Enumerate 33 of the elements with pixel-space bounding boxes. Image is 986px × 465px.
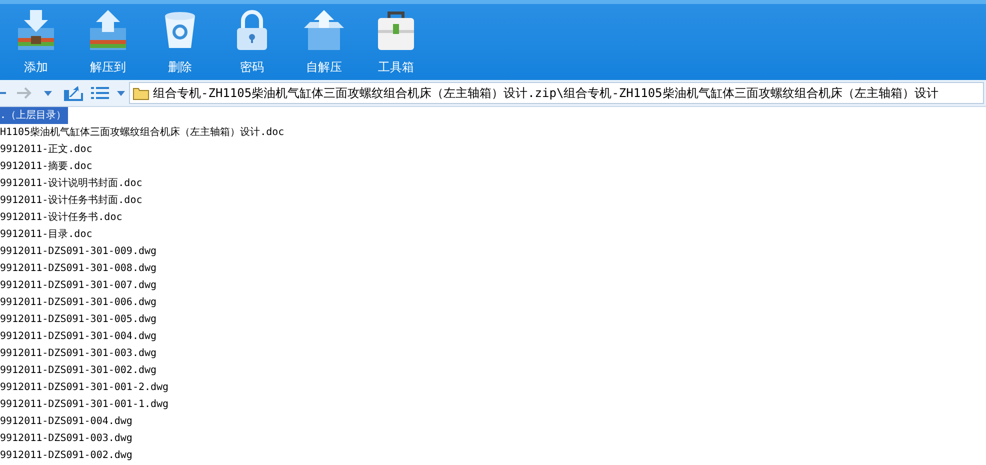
file-row[interactable]: 9912011-设计说明书封面.doc	[0, 175, 144, 192]
file-row[interactable]: 9912011-正文.doc	[0, 141, 94, 158]
toolbar-button[interactable]: 解压到	[72, 4, 144, 80]
file-row[interactable]: 9912011-DZS091-301-009.dwg	[0, 243, 159, 260]
folder-icon	[133, 86, 149, 100]
toolbar-button[interactable]: 自解压	[288, 4, 360, 80]
file-row[interactable]: 9912011-DZS091-301-001-1.dwg	[0, 396, 171, 413]
address-field[interactable]: 组合专机-ZH1105柴油机气缸体三面攻螺纹组合机床（左主轴箱）设计.zip\组合专机-ZH1105柴油机气缸体三面攻螺纹组合机床（左主轴箱）设计	[129, 82, 984, 104]
file-row[interactable]: 9912011-DZS091-301-007.dwg	[0, 277, 159, 294]
file-row[interactable]: 9912011-DZS091-301-003.dwg	[0, 345, 159, 362]
file-row[interactable]: 9912011-DZS091-301-006.dwg	[0, 294, 159, 311]
file-row[interactable]: .（上层目录）	[0, 107, 68, 124]
toolbar-button[interactable]: 删除	[144, 4, 216, 80]
view-list-icon[interactable]	[91, 87, 109, 99]
file-row[interactable]: 9912011-目录.doc	[0, 226, 94, 243]
file-row[interactable]: H1105柴油机气缸体三面攻螺纹组合机床（左主轴箱）设计.doc	[0, 124, 286, 141]
toolbar-button[interactable]: 密码	[216, 4, 288, 80]
file-row[interactable]: 9912011-DZS091-301-001-2.dwg	[0, 379, 171, 396]
file-row[interactable]: 9912011-DZS091-301-005.dwg	[0, 311, 159, 328]
file-row[interactable]: 9912011-设计任务书封面.doc	[0, 192, 144, 209]
file-row[interactable]: 9912011-DZS091-004.dwg	[0, 413, 134, 430]
toolbar-button[interactable]: 工具箱	[360, 4, 432, 80]
file-row[interactable]: 9912011-DZS091-002.dwg	[0, 447, 134, 464]
file-row[interactable]: 9912011-设计任务书.doc	[0, 209, 124, 226]
dropdown-caret-icon[interactable]	[117, 90, 125, 96]
dropdown-caret-icon[interactable]	[44, 90, 52, 96]
file-row[interactable]: 9912011-DZS091-301-008.dwg	[0, 260, 159, 277]
file-row[interactable]: 9912011-DZS091-003.dwg	[0, 430, 134, 447]
file-row[interactable]: 9912011-摘要.doc	[0, 158, 94, 175]
up-folder-icon[interactable]	[63, 85, 83, 101]
file-row[interactable]: 9912011-DZS091-301-002.dwg	[0, 362, 159, 379]
toolbar-button[interactable]: 添加	[0, 4, 72, 80]
file-row[interactable]: 9912011-DZS091-301-004.dwg	[0, 328, 159, 345]
